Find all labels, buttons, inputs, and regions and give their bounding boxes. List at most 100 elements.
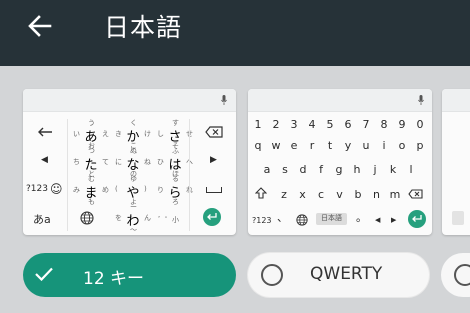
flick-key: まむもみめ — [71, 175, 111, 206]
undo-icon — [38, 127, 52, 137]
emoji-icon: ☺ — [50, 182, 63, 196]
globe-icon — [296, 214, 308, 226]
flick-key-alt: る — [172, 175, 179, 183]
qwerty-key: r — [309, 139, 315, 152]
enter-icon — [412, 215, 422, 222]
flick-key-alt: を — [115, 214, 122, 222]
flick-key-alt: ) — [144, 185, 147, 193]
qwerty-key: u — [362, 139, 370, 152]
backspace-icon — [205, 126, 223, 138]
divider — [189, 119, 190, 231]
qwerty-key: t — [327, 139, 333, 152]
cursor-right-icon: ▶ — [210, 155, 217, 165]
qwerty-key: m — [389, 188, 401, 201]
flick-key-alt: ち — [73, 158, 80, 166]
key — [452, 211, 464, 225]
flick-key-alt: い — [73, 130, 80, 138]
cursor-right-icon: ▶ — [391, 216, 397, 224]
symbols-key: ?123 — [26, 184, 48, 194]
qwerty-key: i — [382, 139, 386, 152]
qwerty-key: s — [282, 163, 288, 176]
symbols-key: ?123 — [252, 216, 272, 225]
qwerty-key: 2 — [272, 118, 280, 131]
dakuten-key: ゛゜小 — [158, 216, 179, 224]
flick-key-alt: ( — [115, 185, 118, 193]
space-bar-label: 日本語 — [321, 214, 342, 222]
qwerty-key: 5 — [326, 118, 334, 131]
qwerty-key: a — [263, 163, 271, 176]
flick-key: あうおいえ — [71, 119, 111, 150]
qwerty-key: l — [409, 163, 413, 176]
option-other[interactable] — [441, 253, 470, 297]
flick-key-alt: き — [115, 130, 122, 138]
flick-key-alt: に — [115, 158, 122, 166]
mode-toggle-key: あa — [33, 213, 51, 226]
qwerty-key: d — [299, 163, 307, 176]
backspace-icon — [408, 189, 423, 199]
qwerty-key: o — [398, 139, 406, 152]
qwerty-key: 4 — [308, 118, 316, 131]
option-twelve-key[interactable]: 12 キー — [23, 253, 236, 297]
flick-key: かくこきけ — [113, 119, 153, 150]
divider — [67, 119, 68, 231]
option-qwerty[interactable]: QWERTY — [248, 253, 429, 297]
qwerty-key: 8 — [380, 118, 388, 131]
flick-key-alt: ひ — [157, 158, 164, 166]
enter-key — [408, 210, 426, 228]
qwerty-key: p — [416, 139, 424, 152]
qwerty-key: w — [271, 139, 281, 152]
qwerty-key: e — [290, 139, 298, 152]
shift-icon — [255, 187, 267, 199]
mic-icon — [418, 95, 424, 105]
flick-key: たつとちて — [71, 147, 111, 178]
flick-key-alt: ろ — [172, 198, 179, 206]
app-bar: 日本語 — [0, 0, 470, 66]
option-label: 12 キー — [83, 269, 145, 289]
qwerty-key: 1 — [254, 118, 262, 131]
qwerty-key: n — [373, 188, 380, 201]
qwerty-key: k — [389, 163, 397, 176]
flick-key-alt: う — [88, 119, 95, 127]
enter-icon — [207, 213, 217, 220]
radio-button[interactable] — [454, 264, 470, 286]
globe-icon — [80, 211, 94, 225]
space-bar: 日本語 — [316, 213, 347, 225]
suggestion-strip — [442, 89, 470, 112]
qwerty-key: z — [281, 188, 287, 201]
flick-key-alt: ゆ — [130, 175, 137, 183]
flick-key-alt: ふ — [172, 147, 179, 155]
qwerty-key: h — [353, 163, 361, 176]
flick-key-alt: し — [157, 130, 164, 138]
option-label: QWERTY — [310, 264, 383, 284]
flick-key-alt: み — [73, 186, 80, 194]
mic-icon — [221, 95, 227, 105]
flick-key-alt: け — [144, 130, 151, 138]
flick-key-alt: え — [102, 130, 109, 138]
flick-key: わー〜をん — [113, 203, 153, 234]
suggestion-strip — [248, 89, 432, 112]
comma-key: 、 — [277, 211, 288, 224]
flick-key-alt: つ — [88, 147, 95, 155]
enter-key — [203, 208, 221, 226]
back-arrow-icon[interactable] — [26, 12, 54, 40]
suggestion-strip — [23, 89, 236, 112]
page-title: 日本語 — [104, 13, 183, 42]
other-layout-preview[interactable] — [442, 89, 470, 235]
period-key: 。 — [356, 211, 367, 224]
flick-key-alt: す — [172, 119, 179, 127]
qwerty-key: b — [354, 188, 362, 201]
check-icon — [35, 267, 53, 281]
flick-key-alt: ん — [144, 214, 151, 222]
flick-key: やゆよ() — [113, 175, 153, 206]
flick-key-alt: め — [102, 186, 109, 194]
flick-key-alt: ぬ — [130, 147, 137, 155]
cursor-left-icon: ◀ — [41, 155, 48, 165]
flick-key-alt: ー — [130, 203, 137, 211]
qwerty-key: v — [336, 188, 343, 201]
flick-key-alt: ね — [144, 158, 151, 166]
twelve-key-layout-preview[interactable]: ◀ ?123 ☺ あa あうおいえかくこきけさすそしせたつとちてなぬのにねはふほ… — [23, 89, 236, 235]
qwerty-key: y — [344, 139, 352, 152]
qwerty-layout-preview[interactable]: 1234567890 qwertyuiop asdfghjkl zxcvbnm ?12… — [248, 89, 432, 235]
flick-key-alt: 〜 — [130, 226, 137, 234]
radio-button[interactable] — [261, 264, 283, 286]
